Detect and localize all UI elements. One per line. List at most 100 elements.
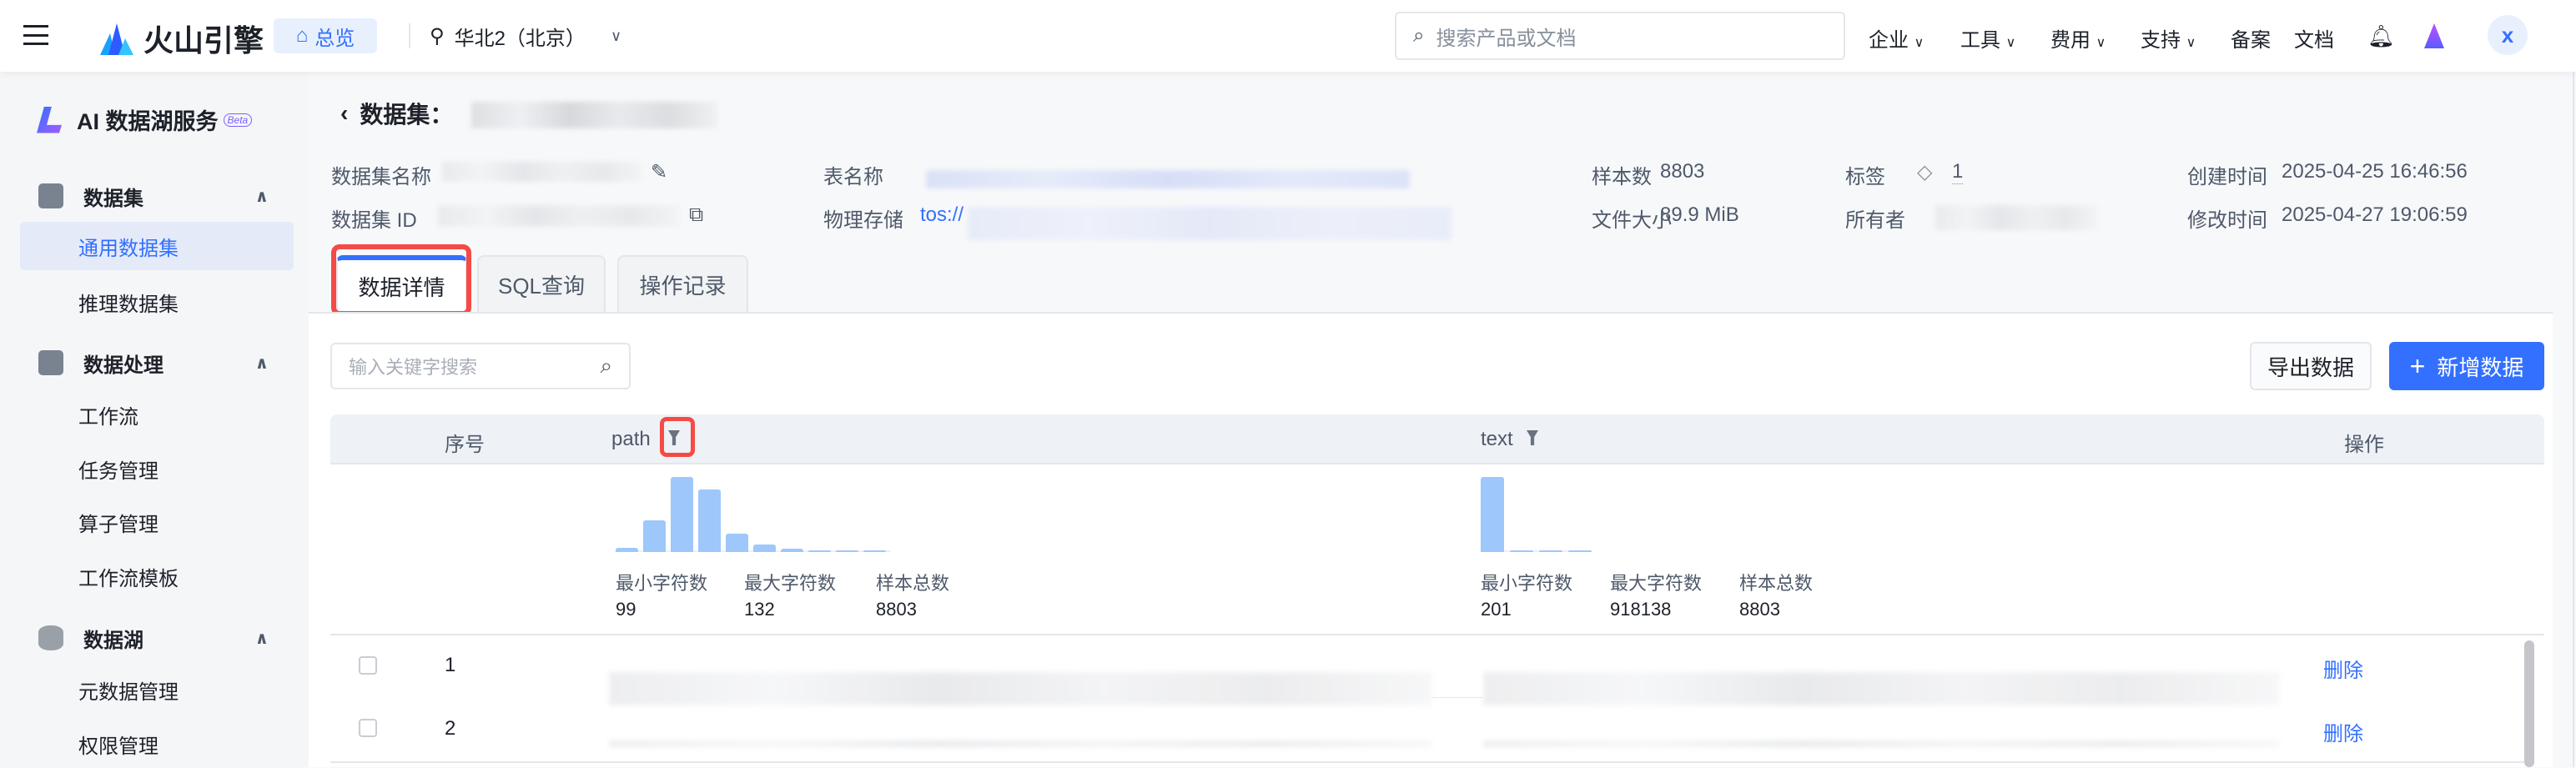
- dataset-name-label: 数据集名称: [331, 166, 431, 188]
- created-label: 创建时间: [2187, 166, 2267, 188]
- dataset-name-redacted: [442, 162, 642, 182]
- tab-sql-query[interactable]: SQL查询: [477, 255, 606, 312]
- chevron-up-icon: ∧: [254, 629, 269, 648]
- storage-label: 物理存储: [823, 209, 903, 232]
- global-search[interactable]: ⌕ 搜索产品或文档: [1395, 12, 1845, 60]
- search-icon: ⌕: [600, 353, 612, 378]
- storage-link[interactable]: tos://: [920, 203, 963, 227]
- sidebar-group-datasets[interactable]: 数据集 ∧: [20, 175, 294, 217]
- nav-support[interactable]: 支持 ∨: [2141, 23, 2196, 53]
- path-max-value: 132: [744, 599, 775, 620]
- text-min-value: 201: [1481, 599, 1512, 620]
- delete-link[interactable]: 删除: [2323, 717, 2363, 746]
- table-scrollbar[interactable]: [2524, 640, 2534, 767]
- row-index: 1: [445, 654, 456, 676]
- nav-icp[interactable]: 备案: [2231, 23, 2271, 53]
- sidebar-item-permissions[interactable]: 权限管理: [20, 720, 294, 768]
- sidebar-item-metadata[interactable]: 元数据管理: [20, 665, 294, 714]
- layers-icon: [38, 183, 63, 208]
- sidebar-item-workflow-templates[interactable]: 工作流模板: [20, 552, 294, 600]
- nav-docs[interactable]: 文档: [2294, 23, 2334, 53]
- sidebar-item-inference-datasets[interactable]: 推理数据集: [20, 278, 294, 326]
- brand-logo[interactable]: 火山引擎: [98, 17, 264, 60]
- row-divider: [330, 634, 2544, 635]
- highlight-box: [331, 244, 471, 316]
- page-scrollbar-track: [2573, 72, 2574, 767]
- histogram-bar: [1568, 550, 1592, 552]
- sidebar-item-workflow[interactable]: 工作流: [20, 390, 294, 439]
- ai-lake-logo-icon: [37, 106, 62, 133]
- brand-name: 火山引擎: [143, 23, 264, 58]
- sidebar-item-general-datasets[interactable]: 通用数据集: [20, 222, 294, 270]
- keyword-search-input[interactable]: 输入关键字搜索 ⌕: [330, 343, 631, 389]
- modified-value: 2025-04-27 19:06:59: [2282, 203, 2468, 226]
- col-path: path: [611, 428, 651, 450]
- sidebar-item-operators[interactable]: 算子管理: [20, 498, 294, 546]
- table-name-label: 表名称: [823, 166, 883, 188]
- tab-operation-log[interactable]: 操作记录: [617, 255, 748, 312]
- text-min-label: 最小字符数: [1481, 573, 1573, 594]
- histogram-bar: [863, 550, 886, 552]
- region-selector[interactable]: ⚲ 华北2（北京） ∨: [430, 22, 621, 51]
- menu-icon[interactable]: [23, 25, 48, 45]
- row-divider: [1432, 697, 1482, 698]
- row-checkbox[interactable]: [359, 656, 377, 675]
- export-data-button[interactable]: 导出数据: [2250, 342, 2372, 390]
- histogram-bar: [643, 520, 666, 552]
- search-icon: ⌕: [1413, 24, 1425, 47]
- histogram-bar: [726, 533, 748, 552]
- path-min-label: 最小字符数: [616, 573, 708, 594]
- sidebar-item-tasks[interactable]: 任务管理: [20, 444, 294, 493]
- nav-tools[interactable]: 工具 ∨: [1960, 23, 2015, 53]
- histogram-bar: [698, 489, 721, 552]
- tags-label: 标签: [1845, 166, 1885, 188]
- path-total-label: 样本总数: [876, 573, 950, 594]
- add-data-button[interactable]: + 新增数据: [2389, 342, 2544, 390]
- text-max-value: 918138: [1610, 599, 1672, 620]
- dataset-title-redacted: [471, 102, 717, 128]
- service-title: AI 数据湖服务 Beta: [37, 103, 253, 136]
- sidebar-group-processing[interactable]: 数据处理 ∧: [20, 342, 294, 384]
- row-checkbox[interactable]: [359, 719, 377, 737]
- text-cell-redacted: [1483, 740, 2280, 747]
- chevron-down-icon: ∨: [610, 28, 622, 44]
- text-length-histogram: [1481, 477, 1592, 552]
- table-name-redacted: [926, 170, 1410, 188]
- bell-icon[interactable]: 🔔︎: [2367, 23, 2395, 49]
- created-value: 2025-04-25 16:46:56: [2282, 160, 2468, 183]
- samples-label: 样本数: [1592, 166, 1652, 188]
- text-total-value: 8803: [1739, 599, 1780, 620]
- col-text: text: [1481, 428, 1513, 450]
- text-cell-redacted: [1483, 672, 2280, 705]
- back-button[interactable]: ‹ 数据集：: [340, 97, 453, 130]
- owner-label: 所有者: [1845, 209, 1905, 232]
- size-value: 89.9 MiB: [1660, 203, 1739, 226]
- dataset-id-redacted: [438, 205, 680, 227]
- nav-enterprise[interactable]: 企业 ∨: [1869, 23, 1924, 53]
- tag-icon: ◇: [1917, 161, 1933, 183]
- tags-count[interactable]: 1: [1952, 160, 1964, 184]
- top-bar: 火山引擎 ⌂ 总览 ⚲ 华北2（北京） ∨ ⌕ 搜索产品或文档 企业 ∨ 工具 ∨…: [0, 0, 2576, 72]
- text-total-label: 样本总数: [1739, 573, 1814, 594]
- storage-path-redacted: [968, 207, 1452, 240]
- col-index: 序号: [445, 434, 485, 456]
- edit-icon[interactable]: ✎: [651, 160, 667, 184]
- text-max-label: 最大字符数: [1610, 573, 1703, 594]
- avatar[interactable]: x: [2488, 15, 2528, 55]
- samples-value: 8803: [1660, 160, 1705, 183]
- nav-billing[interactable]: 费用 ∨: [2050, 23, 2106, 53]
- histogram-bar: [1510, 550, 1533, 552]
- modified-label: 修改时间: [2187, 209, 2267, 232]
- histogram-bar: [753, 545, 776, 552]
- divider: [409, 23, 410, 48]
- sidebar: AI 数据湖服务 Beta 数据集 ∧ 通用数据集 推理数据集 数据处理 ∧ 工作流…: [0, 72, 309, 767]
- histogram-bar: [616, 547, 638, 552]
- chevron-left-icon: ‹: [340, 100, 349, 126]
- copy-icon[interactable]: ⧉: [689, 203, 703, 227]
- histogram-bar: [1481, 477, 1504, 552]
- delete-link[interactable]: 删除: [2323, 654, 2363, 683]
- ai-assistant-icon[interactable]: [2424, 23, 2444, 48]
- overview-button[interactable]: ⌂ 总览: [274, 18, 377, 53]
- home-icon: ⌂: [295, 24, 309, 47]
- sidebar-group-datalake[interactable]: 数据湖 ∧: [20, 617, 294, 659]
